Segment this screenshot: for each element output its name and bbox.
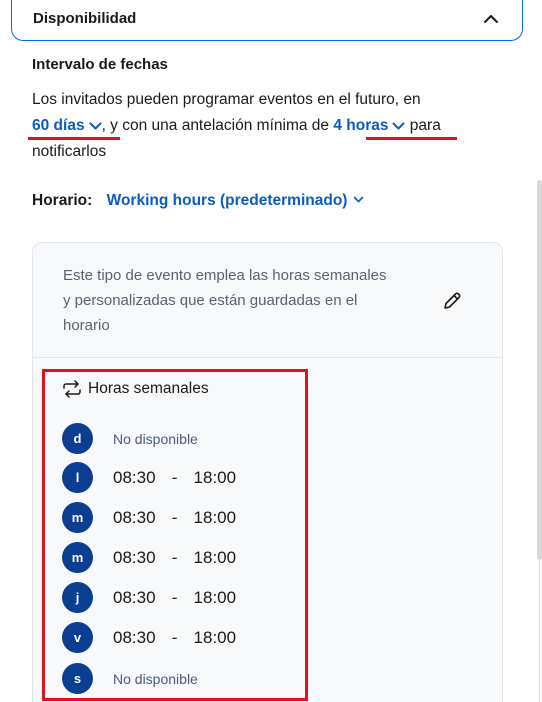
- day-hours: 08:30-18:00: [113, 548, 236, 568]
- day-badge: s: [62, 663, 93, 694]
- date-range-description: Los invitados pueden programar eventos e…: [32, 87, 512, 165]
- hours-dropdown[interactable]: 4 horas: [333, 117, 405, 134]
- schedule-row: Horario: Working hours (predeterminado): [32, 192, 364, 210]
- accordion-title: Disponibilidad: [33, 10, 137, 27]
- end-time: 18:00: [193, 587, 237, 607]
- day-hours: 08:30-18:00: [113, 468, 236, 488]
- scrollbar-track-line: [539, 560, 540, 702]
- chevron-down-icon: [354, 196, 364, 203]
- day-badge: d: [62, 423, 93, 454]
- day-badge: v: [62, 622, 93, 653]
- chevron-down-icon: [89, 122, 102, 130]
- weekly-hours-title: Horas semanales: [88, 380, 209, 397]
- day-row-monday: l 08:30-18:00: [62, 462, 236, 493]
- start-time: 08:30: [113, 587, 156, 607]
- hours-dropdown-label: 4 horas: [333, 117, 389, 134]
- availability-accordion-header[interactable]: Disponibilidad: [11, 0, 523, 41]
- card-divider: [33, 357, 502, 358]
- day-hours: 08:30-18:00: [113, 508, 236, 528]
- day-status: No disponible: [113, 430, 198, 447]
- schedule-label: Horario:: [32, 192, 93, 209]
- schedule-dropdown[interactable]: Working hours (predeterminado): [107, 192, 365, 209]
- day-badge: l: [62, 462, 93, 493]
- end-time: 18:00: [193, 467, 237, 487]
- repeat-icon: [63, 380, 81, 398]
- day-row-saturday: s No disponible: [62, 663, 198, 694]
- day-row-wednesday: m 08:30-18:00: [62, 542, 236, 573]
- chevron-up-icon[interactable]: [482, 10, 500, 28]
- schedule-dropdown-label: Working hours (predeterminado): [106, 192, 348, 209]
- end-time: 18:00: [193, 547, 237, 567]
- day-hours: 08:30-18:00: [113, 628, 236, 648]
- chevron-down-icon: [392, 122, 405, 130]
- end-time: 18:00: [193, 507, 237, 527]
- highlight-underline-hours: [366, 137, 457, 140]
- day-status: No disponible: [113, 670, 198, 687]
- date-range-text-2: , y con una antelación mínima de: [101, 117, 330, 134]
- days-dropdown-label: 60 días: [32, 117, 85, 134]
- time-separator: -: [171, 467, 178, 487]
- pencil-icon[interactable]: [441, 290, 463, 312]
- day-badge: m: [62, 542, 93, 573]
- day-badge: j: [62, 582, 93, 613]
- time-separator: -: [171, 627, 178, 647]
- days-dropdown[interactable]: 60 días: [32, 117, 102, 134]
- day-row-friday: v 08:30-18:00: [62, 622, 236, 653]
- start-time: 08:30: [113, 547, 156, 567]
- time-separator: -: [171, 507, 178, 527]
- availability-panel: Disponibilidad Intervalo de fechas Los i…: [0, 0, 542, 702]
- start-time: 08:30: [113, 507, 156, 527]
- date-range-text-1: Los invitados pueden programar eventos e…: [32, 91, 421, 108]
- schedule-card-description: Este tipo de evento emplea las horas sem…: [63, 267, 387, 334]
- day-row-sunday: d No disponible: [62, 423, 198, 454]
- time-separator: -: [171, 547, 178, 567]
- scrollbar[interactable]: [537, 180, 542, 560]
- start-time: 08:30: [113, 627, 156, 647]
- day-badge: m: [62, 502, 93, 533]
- time-separator: -: [171, 587, 178, 607]
- day-row-tuesday: m 08:30-18:00: [62, 502, 236, 533]
- highlight-underline-days: [28, 137, 120, 140]
- day-hours: 08:30-18:00: [113, 588, 236, 608]
- start-time: 08:30: [113, 467, 156, 487]
- day-row-thursday: j 08:30-18:00: [62, 582, 236, 613]
- end-time: 18:00: [193, 627, 237, 647]
- weekly-hours-header: Horas semanales: [62, 380, 209, 398]
- date-range-title: Intervalo de fechas: [32, 56, 168, 73]
